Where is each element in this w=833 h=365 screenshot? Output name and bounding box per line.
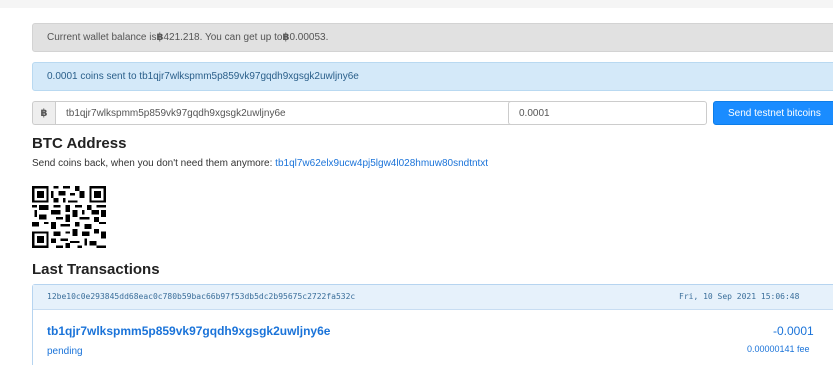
transaction-hash[interactable]: 12be10c0e293845dd68eac0c780b59bac66b97f5…	[47, 292, 355, 301]
send-testnet-bitcoins-button[interactable]: Send testnet bitcoins	[713, 101, 833, 125]
amount-input[interactable]	[508, 101, 707, 125]
qr-code-icon	[32, 186, 106, 248]
transaction-status: pending	[47, 346, 83, 357]
btc-address-heading: BTC Address	[32, 135, 127, 152]
transaction-amount: -0.0001	[773, 324, 814, 338]
balance-value: 421.218. You can get up to	[163, 32, 283, 43]
top-bar	[0, 0, 833, 8]
last-transactions-heading: Last Transactions	[32, 261, 160, 278]
return-address-link[interactable]: tb1ql7w62elx9ucw4pj5lgw4l028hmuw80sndtnt…	[275, 158, 488, 169]
max-value: 0.00053.	[289, 32, 329, 43]
sent-alert: 0.0001 coins sent to tb1qjr7wlkspmm5p859…	[32, 62, 833, 91]
balance-alert: Current wallet balance is ฿ 421.218. You…	[32, 23, 833, 52]
balance-prefix: Current wallet balance is	[47, 32, 157, 43]
bitcoin-symbol-icon: ฿	[282, 32, 290, 43]
transaction-date: Fri, 10 Sep 2021 15:06:48	[679, 292, 800, 301]
address-input[interactable]	[55, 101, 533, 125]
sent-message: 0.0001 coins sent to tb1qjr7wlkspmm5p859…	[47, 71, 359, 82]
send-back-text: Send coins back, when you don't need the…	[32, 157, 488, 170]
transaction-card: 12be10c0e293845dd68eac0c780b59bac66b97f5…	[32, 284, 833, 365]
send-form: ฿ Send testnet bitcoins	[32, 101, 833, 125]
bitcoin-symbol-icon: ฿	[156, 32, 164, 43]
transaction-address-link[interactable]: tb1qjr7wlkspmm5p859vk97gqdh9xgsgk2uwljny…	[47, 324, 330, 338]
transaction-header: 12be10c0e293845dd68eac0c780b59bac66b97f5…	[33, 285, 833, 310]
transaction-fee: 0.00000141 fee	[747, 344, 810, 354]
faucet-page: Current wallet balance is ฿ 421.218. You…	[0, 0, 833, 365]
send-back-label: Send coins back, when you don't need the…	[32, 158, 276, 169]
bitcoin-symbol-icon: ฿	[32, 101, 55, 125]
